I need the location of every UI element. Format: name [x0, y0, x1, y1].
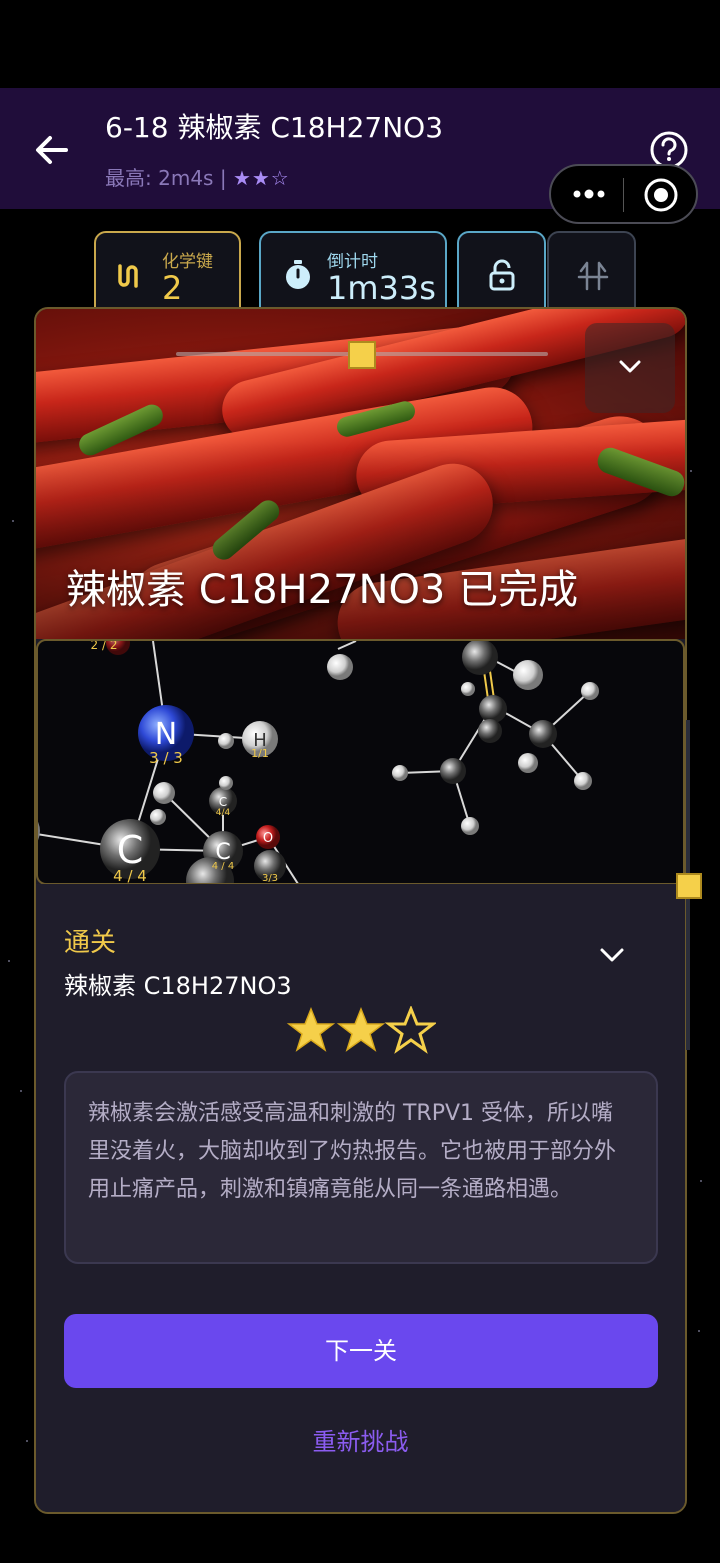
star-rating: [286, 1006, 436, 1054]
result-card: 辣椒素 C18H27NO3 已完成 N 3 / 3 H 1/1 C 4 / 4 …: [34, 307, 687, 1514]
more-dots-icon: [573, 189, 605, 199]
atom-symbol: N: [155, 717, 177, 752]
split-icon: [577, 261, 609, 291]
capsule-divider: [623, 178, 624, 212]
best-time: 2m4s: [158, 166, 214, 190]
atom-capacity: 4 / 4: [113, 867, 147, 885]
bonds-value: 2: [162, 269, 183, 307]
scroll-handle[interactable]: [676, 873, 702, 899]
atom-symbol: C: [219, 795, 227, 809]
retry-button[interactable]: 重新挑战: [36, 1422, 685, 1457]
chili-photo: 辣椒素 C18H27NO3 已完成: [36, 309, 685, 639]
top-bar: 6-18 辣椒素 C18H27NO3 最高: 2m4s | ★★☆: [0, 88, 720, 224]
reveal-slider-thumb[interactable]: [348, 341, 376, 369]
atom-capacity: 4 / 4: [212, 861, 234, 872]
bond-icon: [118, 264, 138, 288]
atom-capacity: 3 / 3: [149, 749, 183, 767]
timer-value: 1m33s: [327, 269, 436, 307]
atom-capacity: 1/1: [251, 747, 269, 760]
completed-banner-text: 辣椒素 C18H27NO3 已完成: [66, 567, 579, 613]
molecule-graph: N 3 / 3 H 1/1 C 4 / 4 C 4 / 4 C 4/4 O 3/…: [38, 641, 599, 885]
more-button[interactable]: [571, 182, 607, 206]
target-icon: [644, 178, 678, 212]
atom-capacity: 4/4: [216, 808, 231, 818]
collapse-photo-button[interactable]: [585, 323, 675, 413]
next-level-button[interactable]: 下一关: [64, 1314, 658, 1388]
best-record: 最高: 2m4s | ★★☆: [105, 162, 290, 191]
atom-symbol: C: [117, 828, 144, 872]
atom-symbol: O: [263, 831, 273, 846]
split-button[interactable]: [547, 231, 636, 319]
atom-capacity: 3/3: [262, 873, 278, 884]
chevron-down-icon: [619, 360, 641, 373]
best-label: 最高:: [105, 166, 152, 190]
chevron-down-icon[interactable]: [598, 946, 626, 964]
miniprogram-capsule: [549, 164, 698, 224]
star-icon: [286, 1006, 336, 1052]
molecule-name: 辣椒素 C18H27NO3: [64, 972, 292, 1000]
best-separator: |: [219, 166, 227, 190]
result-panel: 通关 辣椒素 C18H27NO3 辣椒素会激活感受高温和刺激的 TRPV1 受体…: [36, 884, 685, 1512]
molecule-viewer[interactable]: N 3 / 3 H 1/1 C 4 / 4 C 4 / 4 C 4/4 O 3/…: [36, 639, 685, 885]
stopwatch-icon: [286, 260, 310, 289]
best-stars: ★★☆: [232, 166, 290, 190]
lock-button[interactable]: [457, 231, 546, 319]
level-title: 6-18 辣椒素 C18H27NO3: [105, 111, 444, 144]
star-icon: [336, 1006, 386, 1052]
close-miniprogram-button[interactable]: [643, 177, 679, 213]
bonds-counter: 化学键 2: [94, 231, 241, 319]
countdown-timer: 倒计时 1m33s: [259, 231, 447, 319]
corner-badge: 2 / 2: [91, 641, 118, 652]
back-arrow-icon: [36, 136, 68, 164]
molecule-fact: 辣椒素会激活感受高温和刺激的 TRPV1 受体，所以嘴里没着火，大脑却收到了灼热…: [64, 1071, 658, 1264]
star-icon: [384, 1006, 436, 1054]
back-button[interactable]: [30, 128, 74, 172]
clear-status: 通关: [64, 928, 117, 958]
lock-icon: [489, 259, 515, 291]
